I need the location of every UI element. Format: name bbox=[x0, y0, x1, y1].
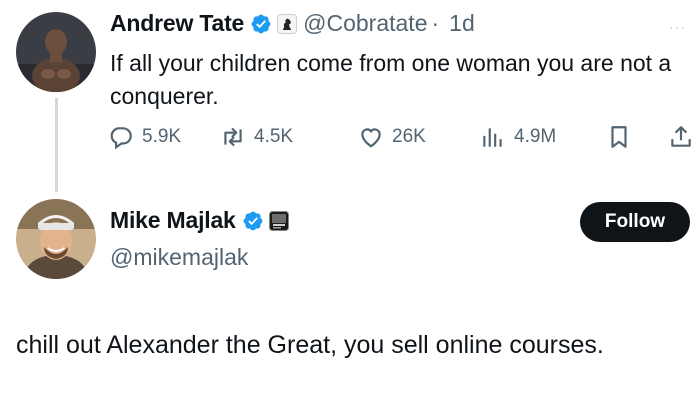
views-chart-icon bbox=[483, 128, 502, 147]
avatar-photo-icon bbox=[16, 12, 96, 92]
retweet-button[interactable]: 4.5K bbox=[220, 124, 293, 150]
reply-tweet-text: chill out Alexander the Great, you sell … bbox=[16, 331, 604, 359]
tweet-text: If all your children come from one woman… bbox=[110, 50, 672, 109]
separator-dot: · bbox=[431, 10, 440, 36]
thread-connector-line bbox=[55, 98, 58, 192]
like-button[interactable]: 26K bbox=[358, 124, 426, 150]
avatar-photo-icon bbox=[16, 199, 96, 279]
reply-tweet-header: Mike Majlak bbox=[110, 207, 289, 234]
views-button[interactable]: 4.9M bbox=[480, 124, 556, 150]
bookmark-icon bbox=[611, 126, 627, 148]
bookmark-button[interactable] bbox=[606, 124, 632, 150]
reply-count: 5.9K bbox=[142, 126, 182, 147]
more-options-icon[interactable]: ··· bbox=[669, 19, 686, 35]
tweet-header: Andrew Tate @Cobratate · 1d bbox=[110, 10, 475, 37]
author-name[interactable]: Mike Majlak bbox=[110, 207, 236, 234]
view-count: 4.9M bbox=[514, 126, 557, 147]
follow-button[interactable]: Follow bbox=[580, 202, 690, 242]
heart-icon bbox=[361, 128, 381, 148]
avatar-andrew-tate[interactable] bbox=[16, 12, 96, 92]
author-name[interactable]: Andrew Tate bbox=[110, 10, 244, 37]
reply-icon bbox=[110, 127, 132, 150]
avatar-mike-majlak[interactable] bbox=[16, 199, 96, 279]
reply-button[interactable]: 5.9K bbox=[108, 124, 181, 150]
chess-knight-badge-icon bbox=[277, 13, 298, 34]
share-button[interactable] bbox=[668, 124, 694, 150]
author-handle[interactable]: @Cobratate bbox=[303, 10, 427, 37]
tweet-actions-bar: 5.9K 4.5K 26K 4.9M bbox=[108, 124, 698, 164]
verified-badge-icon bbox=[242, 210, 264, 232]
retweet-icon bbox=[224, 127, 242, 147]
like-count: 26K bbox=[392, 126, 426, 147]
retweet-count: 4.5K bbox=[254, 126, 294, 147]
share-icon bbox=[671, 126, 691, 147]
podcast-badge-icon bbox=[268, 210, 289, 231]
author-handle[interactable]: @mikemajlak bbox=[110, 244, 248, 271]
verified-badge-icon bbox=[250, 13, 272, 35]
tweet-timestamp[interactable]: 1d bbox=[449, 10, 475, 37]
